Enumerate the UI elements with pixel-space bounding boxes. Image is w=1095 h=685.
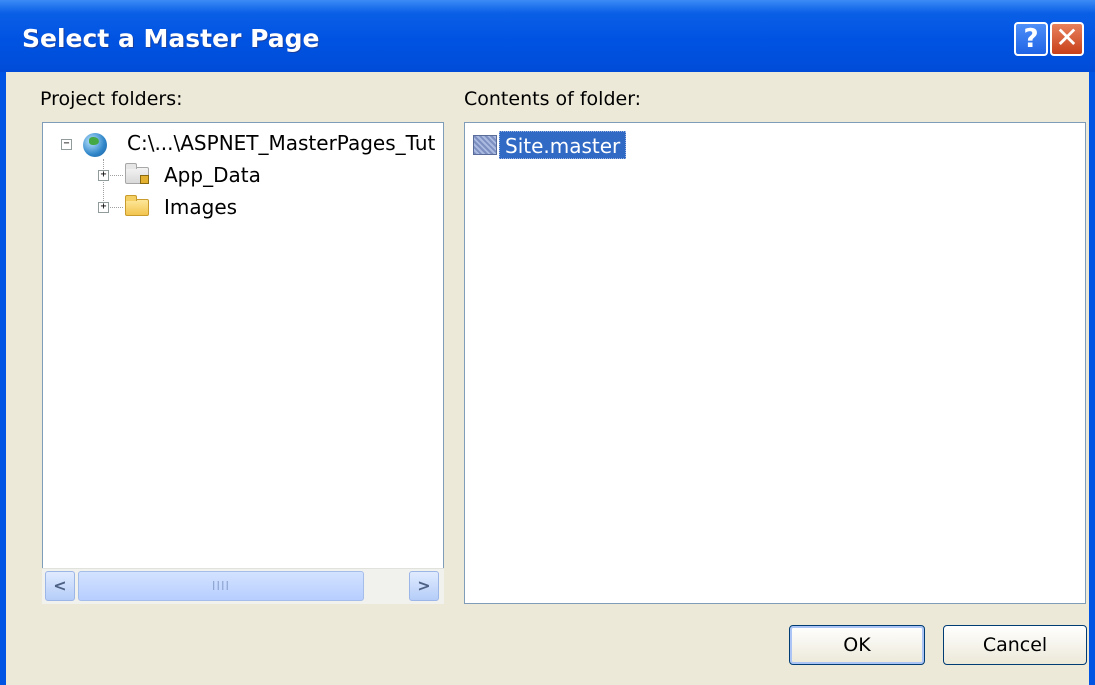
file-name-site-master[interactable]: Site.master xyxy=(499,131,627,159)
expand-images-toggle[interactable]: + xyxy=(98,202,109,213)
project-folders-label: Project folders: xyxy=(40,88,183,110)
expand-app-data-toggle[interactable]: + xyxy=(98,170,109,181)
close-button[interactable]: ✕ xyxy=(1050,22,1084,56)
help-button[interactable]: ? xyxy=(1014,22,1048,56)
cancel-button[interactable]: Cancel xyxy=(943,625,1087,665)
tree-horizontal-scrollbar[interactable]: < IIII > xyxy=(42,568,444,604)
dialog-title: Select a Master Page xyxy=(22,24,320,53)
ok-button[interactable]: OK xyxy=(789,625,925,665)
tree-connector xyxy=(103,159,104,207)
folder-contents-list[interactable]: Site.master xyxy=(464,122,1086,604)
project-folders-tree[interactable]: − C:\...\ASPNET_MasterPages_Tut + App_Da… xyxy=(42,122,444,604)
scroll-thumb[interactable]: IIII xyxy=(78,571,364,601)
title-bar[interactable]: Select a Master Page ? ✕ xyxy=(0,0,1095,72)
folder-icon xyxy=(125,195,149,216)
tree-node-app-data[interactable]: App_Data xyxy=(164,163,261,187)
scroll-right-button[interactable]: > xyxy=(409,571,439,601)
web-project-icon xyxy=(83,133,107,157)
lock-icon xyxy=(140,175,149,184)
tree-node-root[interactable]: C:\...\ASPNET_MasterPages_Tut xyxy=(127,131,435,155)
scroll-left-button[interactable]: < xyxy=(45,571,75,601)
select-master-page-dialog: Select a Master Page ? ✕ Project folders… xyxy=(0,0,1095,685)
master-page-file-icon xyxy=(473,135,497,155)
contents-of-folder-label: Contents of folder: xyxy=(464,88,642,110)
collapse-root-toggle[interactable]: − xyxy=(61,139,72,150)
tree-node-images[interactable]: Images xyxy=(164,195,237,219)
